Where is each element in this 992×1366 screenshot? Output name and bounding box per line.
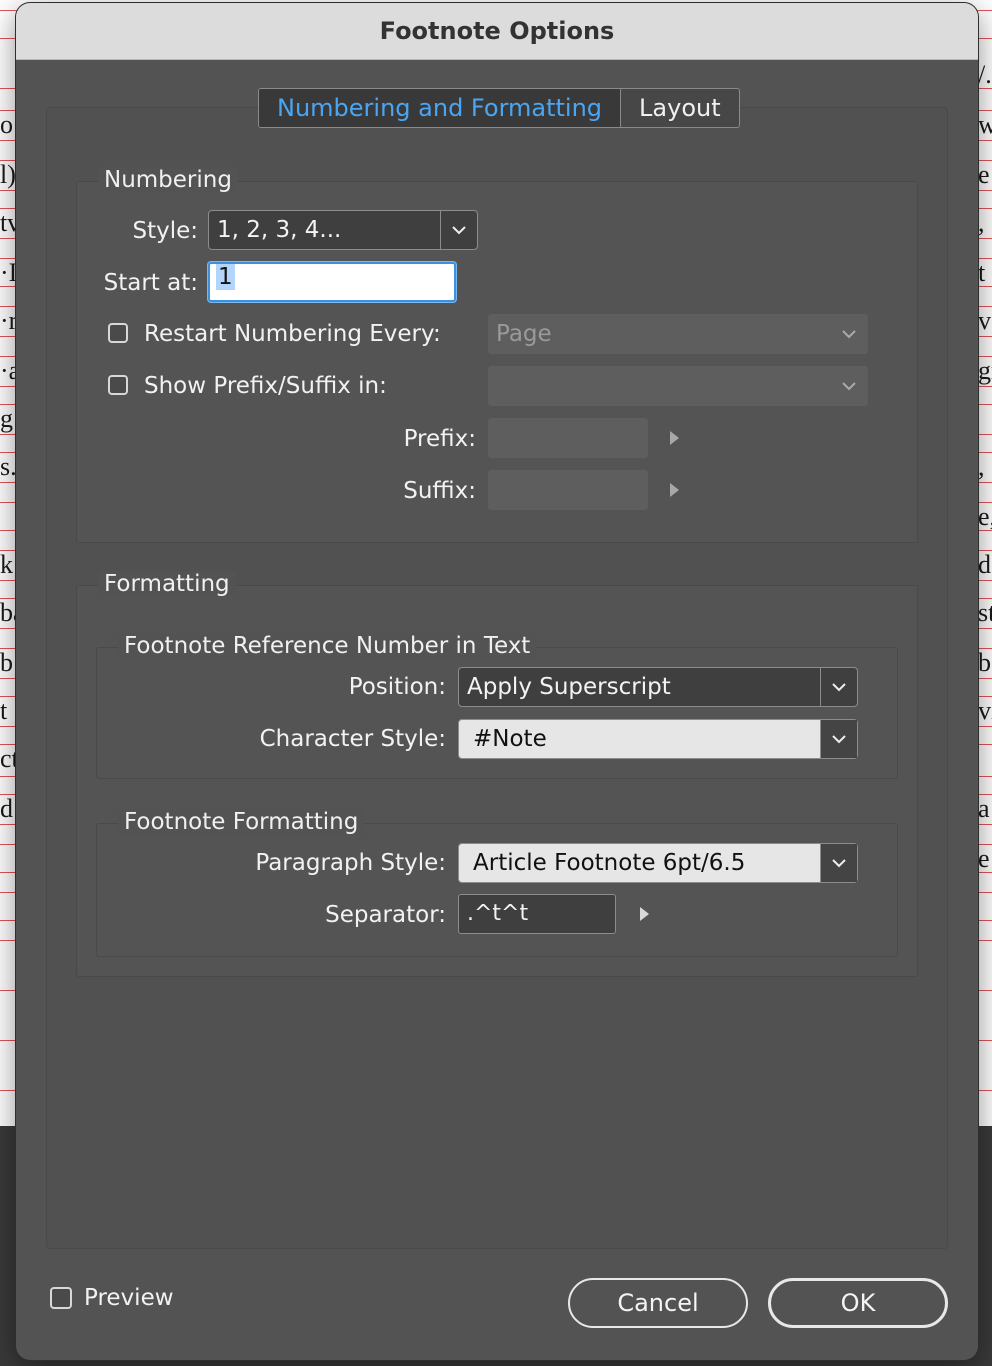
edge-text-right-11: st — [978, 598, 992, 627]
footnote-options-dialog: Footnote Options Numbering and Formattin… — [16, 3, 978, 1360]
numbering-style-dropdown[interactable]: 1, 2, 3, 4... — [208, 210, 478, 250]
prefix-label: Prefix: — [403, 426, 476, 452]
edge-text-right-5: t — [978, 258, 986, 287]
edge-text-left-7: g — [0, 404, 13, 433]
edge-text-right-8: , — [978, 452, 985, 481]
edge-text-left-14: d — [0, 794, 13, 823]
paragraph-style-value: Article Footnote 6pt/6.5 — [473, 850, 746, 876]
footnote-formatting-subgroup-title: Footnote Formatting — [118, 809, 365, 835]
character-style-label: Character Style: — [259, 726, 446, 752]
chevron-down-icon — [820, 720, 857, 758]
reference-number-subgroup-title: Footnote Reference Number in Text — [118, 633, 537, 659]
restart-numbering-value: Page — [496, 321, 552, 347]
position-dropdown[interactable]: Apply Superscript — [458, 667, 858, 707]
restart-numbering-label: Restart Numbering Every: — [144, 321, 441, 347]
tab-layout[interactable]: Layout — [621, 89, 739, 127]
edge-text-right-12: b — [978, 648, 991, 677]
suffix-input[interactable] — [488, 470, 648, 510]
style-label: Style: — [132, 218, 198, 244]
edge-text-right-13: vi — [978, 696, 992, 725]
edge-text-right-14: a — [978, 794, 990, 823]
start-at-input[interactable]: 1 — [208, 262, 456, 302]
edge-text-right-15: e — [978, 844, 990, 873]
edge-text-right-3: e — [978, 160, 990, 189]
edge-text-right-9: e, — [978, 502, 992, 531]
edge-text-right-6: v — [978, 306, 991, 335]
restart-numbering-checkbox[interactable] — [108, 323, 128, 343]
tab-bar: Numbering and Formatting Layout — [258, 88, 740, 128]
restart-numbering-dropdown[interactable]: Page — [488, 314, 868, 354]
suffix-label: Suffix: — [403, 478, 476, 504]
separator-input[interactable]: .^t^t — [458, 894, 616, 934]
chevron-down-icon — [830, 329, 868, 339]
preview-label: Preview — [84, 1285, 174, 1311]
show-prefix-suffix-dropdown[interactable] — [488, 366, 868, 406]
numbering-group-title: Numbering — [98, 167, 238, 193]
position-label: Position: — [348, 674, 446, 700]
prefix-special-chars-arrow-icon[interactable] — [670, 431, 679, 445]
character-style-dropdown[interactable]: #Note — [458, 719, 858, 759]
formatting-group-title: Formatting — [98, 571, 236, 597]
chevron-down-icon — [820, 668, 857, 706]
edge-text-left-9: k — [0, 550, 13, 579]
edge-text-left-5: ·r — [0, 306, 18, 335]
numbering-style-value: 1, 2, 3, 4... — [217, 217, 342, 243]
edge-text-right-10: d — [978, 550, 991, 579]
start-at-label: Start at: — [103, 270, 198, 296]
edge-text-right-4: , — [978, 208, 985, 237]
show-prefix-suffix-checkbox[interactable] — [108, 375, 128, 395]
tab-numbering-and-formatting[interactable]: Numbering and Formatting — [259, 89, 622, 127]
suffix-special-chars-arrow-icon[interactable] — [670, 483, 679, 497]
preview-checkbox[interactable] — [50, 1287, 72, 1309]
separator-label: Separator: — [325, 902, 446, 928]
start-at-value: 1 — [216, 264, 235, 290]
chevron-down-icon — [830, 381, 868, 391]
dialog-title: Footnote Options — [379, 17, 615, 45]
paragraph-style-label: Paragraph Style: — [255, 850, 446, 876]
show-prefix-suffix-label: Show Prefix/Suffix in: — [144, 373, 387, 399]
cancel-button[interactable]: Cancel — [568, 1278, 748, 1328]
character-style-value: #Note — [473, 726, 547, 752]
dialog-titlebar[interactable]: Footnote Options — [16, 3, 978, 60]
chevron-down-icon — [440, 211, 477, 249]
paragraph-style-dropdown[interactable]: Article Footnote 6pt/6.5 — [458, 843, 858, 883]
prefix-input[interactable] — [488, 418, 648, 458]
edge-text-right-7: gr — [978, 356, 992, 385]
chevron-down-icon — [820, 844, 857, 882]
edge-text-right-1: /. — [978, 60, 992, 89]
separator-special-chars-arrow-icon[interactable] — [640, 907, 649, 921]
edge-text-right-2: w — [978, 110, 992, 139]
edge-text-left-4: ·I — [0, 258, 18, 287]
edge-text-left-11: b — [0, 648, 13, 677]
edge-text-left-1: o — [0, 110, 13, 139]
edge-text-left-12: t — [0, 696, 8, 725]
ok-button[interactable]: OK — [768, 1278, 948, 1328]
edge-text-left-2: l) — [0, 160, 16, 189]
position-value: Apply Superscript — [467, 674, 671, 700]
